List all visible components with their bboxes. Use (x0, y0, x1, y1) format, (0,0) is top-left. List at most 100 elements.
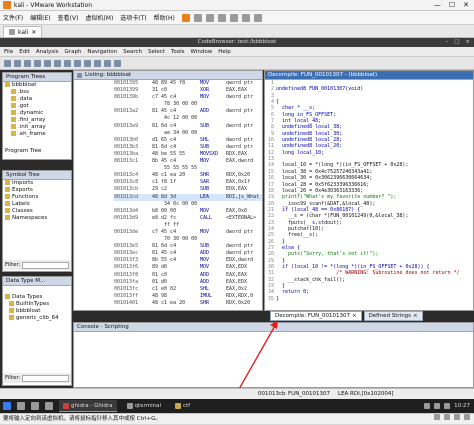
task-ctf[interactable]: ctf (171, 400, 194, 412)
menu-graph[interactable]: Graph (65, 49, 82, 55)
symbol-item-namespaces[interactable]: Namespaces (3, 215, 71, 222)
vm-menu-file[interactable]: 文件(F) (3, 13, 23, 22)
menu-edit[interactable]: Edit (19, 49, 30, 55)
cd-icon[interactable] (444, 414, 450, 420)
listing-row[interactable]: 70 30 00 00 (114, 236, 262, 243)
listing-row[interactable]: 001013f3 8b 55 c4 MOV EDX,dword (114, 257, 262, 264)
tab-defined-strings[interactable]: Defined Strings × (363, 311, 423, 321)
vm-tab-kali[interactable]: kali ✕ (3, 26, 43, 37)
bookmark-icon[interactable] (64, 59, 71, 67)
listing-row[interactable]: 001013f6 89 d0 MOV EAX,EDX (114, 264, 262, 271)
listing-row[interactable]: 001013fc c1 e0 02 SHL EAX,0x2 (114, 286, 262, 293)
listing-row[interactable]: 001013de c7 45 c4 MOV dword ptr (114, 229, 262, 236)
listing-row[interactable]: 001013e5 81 6d c4 SUB dword ptr (114, 243, 262, 250)
kali-menu-icon[interactable] (3, 402, 11, 410)
tree-item[interactable]: .data (3, 96, 71, 103)
code-line[interactable]: 35} (265, 296, 473, 302)
minimize-icon[interactable]: — (434, 1, 441, 9)
listing-row[interactable]: ae 34 00 00 (114, 130, 262, 137)
fullscreen-icon[interactable] (229, 13, 238, 22)
task-qterminal[interactable]: qterminal (123, 400, 165, 412)
ghidra-maximize-icon[interactable]: □ (454, 38, 459, 47)
listing-row[interactable]: 001013ec 81 45 c4 ADD dword ptr (114, 250, 262, 257)
network-adapter-icon[interactable] (454, 414, 460, 420)
dt-item[interactable]: bbbbloat (3, 308, 71, 315)
listing-row[interactable]: 001013b0 d1 65 c4 SHL dword ptr (114, 137, 262, 144)
tree-item[interactable]: .fini_array (3, 117, 71, 124)
tree-item[interactable]: .got (3, 103, 71, 110)
unity-icon[interactable] (241, 13, 250, 22)
menu-tools[interactable]: Tools (171, 49, 185, 55)
hdd-icon[interactable] (434, 414, 440, 420)
menu-select[interactable]: Select (148, 49, 165, 55)
pause-icon[interactable] (181, 13, 190, 22)
menu-navigation[interactable]: Navigation (87, 49, 117, 55)
clock[interactable]: 10:27 (454, 403, 470, 409)
listing-row[interactable]: 001013f8 01 c0 ADD EAX,EAX (114, 272, 262, 279)
ghidra-close-icon[interactable]: × (465, 38, 470, 47)
listing-row[interactable]: 34 0c 00 00 (114, 201, 262, 208)
listing-row[interactable]: 001013fa 01 d0 ADD EAX,EDX (114, 279, 262, 286)
task-ghidra[interactable]: ghidra - Ghidra (59, 400, 117, 412)
tree-item-root[interactable]: bbbbloat (3, 82, 71, 89)
tree-item[interactable]: .bss (3, 89, 71, 96)
redo-icon[interactable] (44, 59, 51, 67)
listing-row[interactable]: 001013c8 c1 f8 1f SAR EAX,0x1f (114, 179, 262, 186)
dt-item[interactable]: generic_clib_64 (3, 315, 71, 322)
battery-icon[interactable] (444, 403, 451, 409)
dt-item-root[interactable]: Data Types (3, 294, 71, 301)
tab-close-icon[interactable]: × (413, 312, 418, 320)
listing-row[interactable]: 00101395 48 89 45 f8 MOV qword ptr (114, 80, 262, 87)
files-icon[interactable] (17, 402, 25, 410)
vm-menu-view[interactable]: 查看(V) (58, 13, 79, 22)
tab-close-icon[interactable]: ✕ (31, 29, 36, 36)
symbol-filter-input[interactable] (22, 261, 69, 269)
ghidra-minimize-icon[interactable]: – (445, 38, 448, 47)
listing-row[interactable]: 001013c4 48 c1 ea 20 SHR RDX,0x20 (114, 172, 262, 179)
snapshot-manager-icon[interactable] (217, 13, 226, 22)
close-icon[interactable]: ✕ (463, 1, 469, 9)
program-tree-tab[interactable]: Program Tree (5, 148, 41, 154)
dt-item[interactable]: BuiltInTypes (3, 301, 71, 308)
label-icon[interactable] (114, 59, 121, 67)
listing-row[interactable]: 001013b3 81 6d c4 SUB dword ptr (114, 144, 262, 151)
tree-item[interactable]: .init_array (3, 124, 71, 131)
listing-row[interactable]: 001013cd 48 8d 3d LEA RDI,[s_What (114, 193, 262, 201)
usb-icon[interactable] (464, 414, 470, 420)
listing-row[interactable]: 001013c1 8b 45 c4 MOV EAX,dword (114, 158, 262, 165)
byte-icon[interactable] (84, 59, 91, 67)
listing-row[interactable]: 001013ff 48 98 IMUL RDX,RDX,0 (114, 293, 262, 300)
forward-icon[interactable] (24, 59, 31, 67)
undo-icon[interactable] (34, 59, 41, 67)
listing-row[interactable]: 00101401 48 c1 ea 20 SHR RDX,0x20 (114, 300, 262, 307)
console-view-icon[interactable] (253, 13, 262, 22)
listing-row[interactable]: 78 30 00 00 (114, 101, 262, 108)
browser-icon[interactable] (45, 402, 53, 410)
menu-help[interactable]: Help (218, 49, 231, 55)
refresh-icon[interactable] (54, 59, 61, 67)
listing-row[interactable]: 001013ba 48 be 55 55 MOVSXD RDX,EAX (114, 151, 262, 158)
terminal-icon[interactable] (31, 402, 39, 410)
listing-row[interactable]: 4c 12 00 00 (114, 115, 262, 122)
symbol-item-functions[interactable]: Functions (3, 194, 71, 201)
menu-analysis[interactable]: Analysis (36, 49, 59, 55)
listing-row[interactable]: 00101399 31 c0 XOR EAX,EAX (114, 87, 262, 94)
listing-row[interactable]: ff ff (114, 222, 262, 229)
tab-close-icon[interactable]: × (352, 312, 357, 320)
symbol-item-labels[interactable]: Labels (3, 201, 71, 208)
menu-window[interactable]: Window (191, 49, 213, 55)
maximize-icon[interactable]: ☐ (449, 1, 455, 9)
network-icon[interactable] (424, 403, 431, 409)
listing-row[interactable]: 001013d4 b8 00 00 MOV EAX,0x0 (114, 208, 262, 215)
menu-file[interactable]: File (4, 49, 13, 55)
symbol-item-classes[interactable]: Classes (3, 208, 71, 215)
tree-item[interactable]: .eh_frame (3, 131, 71, 138)
listing-row[interactable]: 001013d9 e8 d2 fc CALL <EXTERNAL> (114, 215, 262, 222)
send-ctrl-alt-del-icon[interactable] (193, 13, 202, 22)
listing-row[interactable]: 001013a2 81 45 c4 ADD dword ptr (114, 108, 262, 115)
vm-menu-help[interactable]: 帮助(H) (154, 13, 175, 22)
snapshot-icon[interactable] (205, 13, 214, 22)
search-icon[interactable] (74, 59, 81, 67)
symbol-item-exports[interactable]: Exports (3, 187, 71, 194)
vm-menu-tabs[interactable]: 选项卡(T) (120, 13, 146, 22)
